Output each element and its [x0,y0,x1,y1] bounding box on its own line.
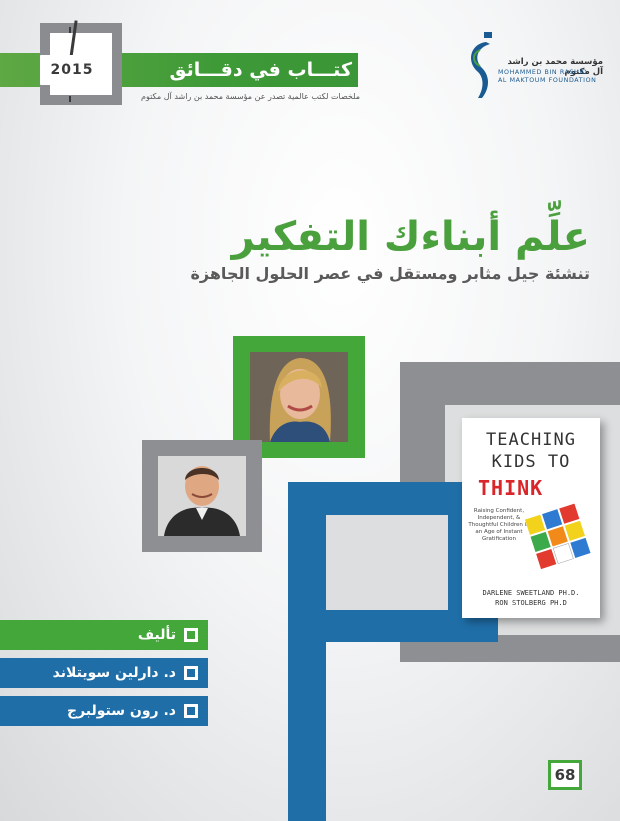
decor-frame-blue-inner [318,515,448,610]
checkbox-icon [184,666,198,680]
book-cover-title-3: THINK [478,476,544,500]
clock-tick-bottom [69,96,71,102]
book-cover: TEACHING KIDS TO THINK Raising Confident… [462,418,600,618]
book-cover-author-1: DARLENE SWEETLAND PH.D. [482,589,580,597]
author-photo-1 [250,352,348,442]
authors-label-bar: تأليف [0,620,208,650]
authors-label: تأليف [137,627,176,643]
series-title: كتـــاب في دقـــائق [169,59,352,81]
book-cover-tagline: Raising Confident, Independent, & Though… [468,508,530,542]
page-number: 68 [548,760,582,790]
author-1-bar: د. دارلين سويتلاند [0,658,208,688]
year-badge: 2015 [40,55,104,85]
book-subtitle: تنشئة جيل مثابر ومستقل في عصر الحلول الج… [190,264,590,283]
rubiks-cube-icon [524,503,591,570]
book-cover-title-2: KIDS TO [491,452,571,472]
decor-bar-blue [288,482,326,821]
author-2-name: د. رون ستولبرج [67,703,176,719]
foundation-name-en-2: AL MAKTOUM FOUNDATION [498,77,597,84]
clock-tick-top [69,27,71,33]
book-title: علِّم أبناءك التفكير [231,214,590,260]
book-cover-title-1: TEACHING [486,430,576,450]
author-1-name: د. دارلين سويتلاند [52,665,176,681]
book-cover-authors: DARLENE SWEETLAND PH.D. RON STOLBERG PH.… [462,588,600,608]
author-photo-2 [158,456,246,536]
author-2-bar: د. رون ستولبرج [0,696,208,726]
checkbox-icon [184,628,198,642]
book-cover-author-2: RON STOLBERG PH.D [495,599,567,607]
series-subtitle: ملخصات لكتب عالمية تصدر عن مؤسسة محمد بن… [141,92,360,101]
checkbox-icon [184,704,198,718]
foundation-logo-icon [471,32,492,98]
foundation-name-en-1: MOHAMMED BIN RASHID [498,69,588,76]
